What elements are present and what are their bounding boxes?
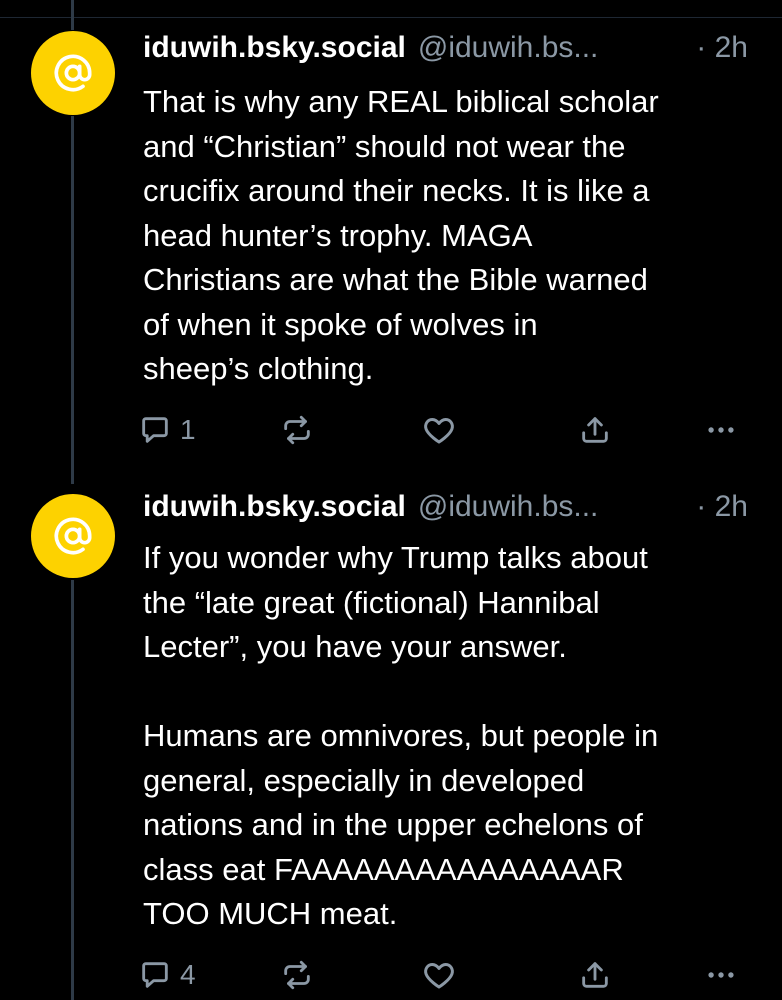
share-button[interactable] (578, 955, 612, 995)
repost-icon (284, 415, 310, 445)
repost-icon (284, 960, 310, 990)
share-icon (582, 417, 608, 443)
more-icon (708, 427, 734, 433)
at-sign-icon (54, 54, 92, 92)
action-row: 1 (138, 410, 748, 450)
at-sign-icon (54, 517, 92, 555)
like-button[interactable] (421, 410, 457, 450)
action-row: 4 (138, 955, 748, 995)
reply-button[interactable]: 1 (138, 410, 196, 450)
avatar[interactable] (31, 494, 115, 578)
heart-icon (424, 963, 454, 989)
post-header: iduwih.bsky.social @iduwih.bs... · 2h (143, 28, 748, 68)
more-button[interactable] (704, 410, 738, 450)
handle[interactable]: @iduwih.bs... (418, 490, 599, 524)
post-time: · 2h (696, 31, 748, 64)
repost-button[interactable] (280, 410, 314, 450)
reply-count: 1 (180, 414, 196, 445)
post[interactable]: iduwih.bsky.social @iduwih.bs... · 2h If… (0, 470, 782, 1000)
post-text: If you wonder why Trump talks about the … (143, 540, 659, 931)
reply-button[interactable]: 4 (138, 955, 196, 995)
handle[interactable]: @iduwih.bs... (418, 31, 599, 65)
share-button[interactable] (578, 410, 612, 450)
reply-icon (142, 962, 168, 988)
reply-count: 4 (180, 959, 196, 990)
more-icon (708, 972, 734, 978)
reply-icon (142, 417, 168, 443)
repost-button[interactable] (280, 955, 314, 995)
post-header: iduwih.bsky.social @iduwih.bs... · 2h (143, 487, 748, 527)
display-name[interactable]: iduwih.bsky.social (143, 31, 406, 65)
share-icon (582, 962, 608, 988)
display-name[interactable]: iduwih.bsky.social (143, 490, 406, 524)
post-text: That is why any REAL biblical scholar an… (143, 84, 659, 386)
post[interactable]: iduwih.bsky.social @iduwih.bs... · 2h Th… (0, 0, 782, 470)
heart-icon (424, 418, 454, 444)
avatar[interactable] (31, 31, 115, 115)
more-button[interactable] (704, 955, 738, 995)
post-time: · 2h (696, 490, 748, 523)
like-button[interactable] (421, 955, 457, 995)
